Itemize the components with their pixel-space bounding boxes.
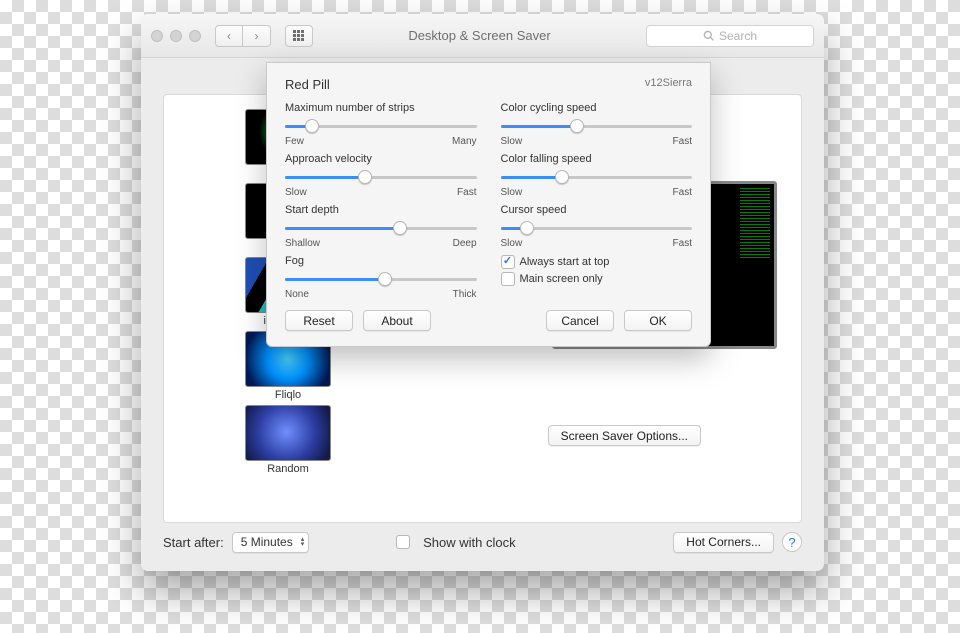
slider-right-2: Cursor speed SlowFast <box>501 204 693 249</box>
sheet-right-col: Color cycling speed SlowFast Color falli… <box>501 102 693 306</box>
ok-button[interactable]: OK <box>624 310 692 331</box>
slider-right-1: Color falling speed SlowFast <box>501 153 693 198</box>
thumb-random <box>245 405 331 461</box>
about-button[interactable]: About <box>363 310 431 331</box>
ss-item-random[interactable]: Random <box>178 405 398 475</box>
forward-button[interactable]: › <box>243 25 271 47</box>
chevron-updown-icon: ▴▾ <box>301 537 305 547</box>
nav-buttons: ‹ › <box>215 25 271 47</box>
search-icon <box>703 30 714 41</box>
search-placeholder: Search <box>719 29 757 43</box>
check-0: Always start at top <box>501 255 693 269</box>
minimize-dot[interactable] <box>170 30 182 42</box>
traffic-lights <box>151 30 201 42</box>
screensaver-options-button[interactable]: Screen Saver Options... <box>548 425 701 446</box>
cancel-button[interactable]: Cancel <box>546 310 614 331</box>
slider-track[interactable] <box>285 169 477 185</box>
titlebar: ‹ › Desktop & Screen Saver Search <box>141 14 824 58</box>
show-with-clock-label: Show with clock <box>423 535 515 550</box>
checkbox-0[interactable] <box>501 255 515 269</box>
prefs-window: ‹ › Desktop & Screen Saver Search Flurry… <box>141 14 824 571</box>
slider-left-1: Approach velocity SlowFast <box>285 153 477 198</box>
search-field[interactable]: Search <box>646 25 814 47</box>
grid-icon <box>293 30 305 42</box>
close-dot[interactable] <box>151 30 163 42</box>
back-button[interactable]: ‹ <box>215 25 243 47</box>
sheet-version: v12Sierra <box>645 77 692 92</box>
slider-left-2: Start depth ShallowDeep <box>285 204 477 249</box>
zoom-dot[interactable] <box>189 30 201 42</box>
options-sheet: Red Pill v12Sierra Maximum number of str… <box>266 62 711 347</box>
check-1: Main screen only <box>501 272 693 286</box>
sheet-left-col: Maximum number of strips FewMany Approac… <box>285 102 477 306</box>
slider-track[interactable] <box>285 271 477 287</box>
slider-track[interactable] <box>501 220 693 236</box>
slider-track[interactable] <box>285 118 477 134</box>
slider-track[interactable] <box>285 220 477 236</box>
slider-left-0: Maximum number of strips FewMany <box>285 102 477 147</box>
window-title: Desktop & Screen Saver <box>321 28 638 43</box>
show-with-clock-checkbox[interactable] <box>396 535 410 549</box>
hot-corners-button[interactable]: Hot Corners... <box>673 532 774 553</box>
show-all-button[interactable] <box>285 25 313 47</box>
start-after-select[interactable]: 5 Minutes ▴▾ <box>232 532 310 553</box>
help-button[interactable]: ? <box>782 532 802 552</box>
slider-left-3: Fog NoneThick <box>285 255 477 300</box>
slider-track[interactable] <box>501 118 693 134</box>
slider-track[interactable] <box>501 169 693 185</box>
start-after-label: Start after: <box>163 535 224 550</box>
sheet-title: Red Pill <box>285 77 330 92</box>
checkbox-1[interactable] <box>501 272 515 286</box>
reset-button[interactable]: Reset <box>285 310 353 331</box>
slider-right-0: Color cycling speed SlowFast <box>501 102 693 147</box>
bottom-bar: Start after: 5 Minutes ▴▾ Show with cloc… <box>163 529 802 555</box>
